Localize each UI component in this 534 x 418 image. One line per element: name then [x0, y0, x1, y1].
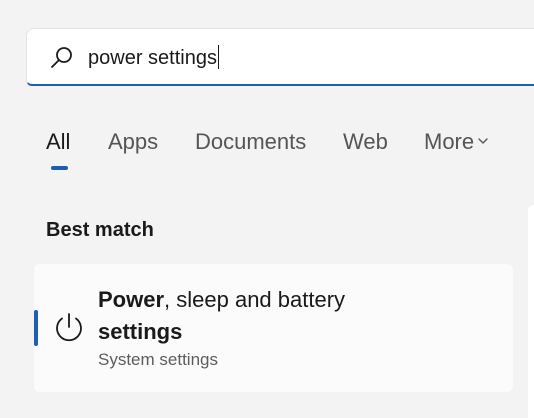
- text-caret: [217, 45, 219, 69]
- tab-web-label: Web: [343, 129, 388, 154]
- search-box[interactable]: power settings: [26, 28, 534, 86]
- tab-more[interactable]: More: [424, 128, 489, 156]
- details-panel-edge: [528, 205, 534, 418]
- search-query: power settings: [88, 47, 217, 69]
- result-title-match: Power: [98, 287, 165, 312]
- tab-apps-label: Apps: [108, 129, 159, 154]
- chevron-down-icon: [478, 138, 488, 144]
- best-match-heading: Best match: [46, 219, 154, 241]
- tab-active-indicator: [51, 166, 68, 170]
- tab-all[interactable]: All: [46, 128, 70, 156]
- result-title-match-2: settings: [98, 319, 183, 344]
- tab-more-label: More: [424, 129, 475, 154]
- tab-documents-label: Documents: [195, 129, 307, 154]
- power-icon: [56, 313, 82, 342]
- tab-documents[interactable]: Documents: [195, 128, 306, 156]
- result-subtitle: System settings: [98, 350, 218, 369]
- best-match-result[interactable]: Power, sleep and battery settings System…: [34, 264, 513, 392]
- search-icon: [51, 47, 72, 68]
- tab-all-label: All: [46, 129, 71, 154]
- selection-indicator: [34, 310, 38, 346]
- tab-apps[interactable]: Apps: [108, 128, 158, 156]
- result-title-rest: , sleep and battery: [164, 287, 346, 312]
- search-input[interactable]: power settings: [88, 45, 219, 71]
- result-title: Power, sleep and battery settings: [98, 284, 345, 348]
- tab-web[interactable]: Web: [343, 128, 388, 156]
